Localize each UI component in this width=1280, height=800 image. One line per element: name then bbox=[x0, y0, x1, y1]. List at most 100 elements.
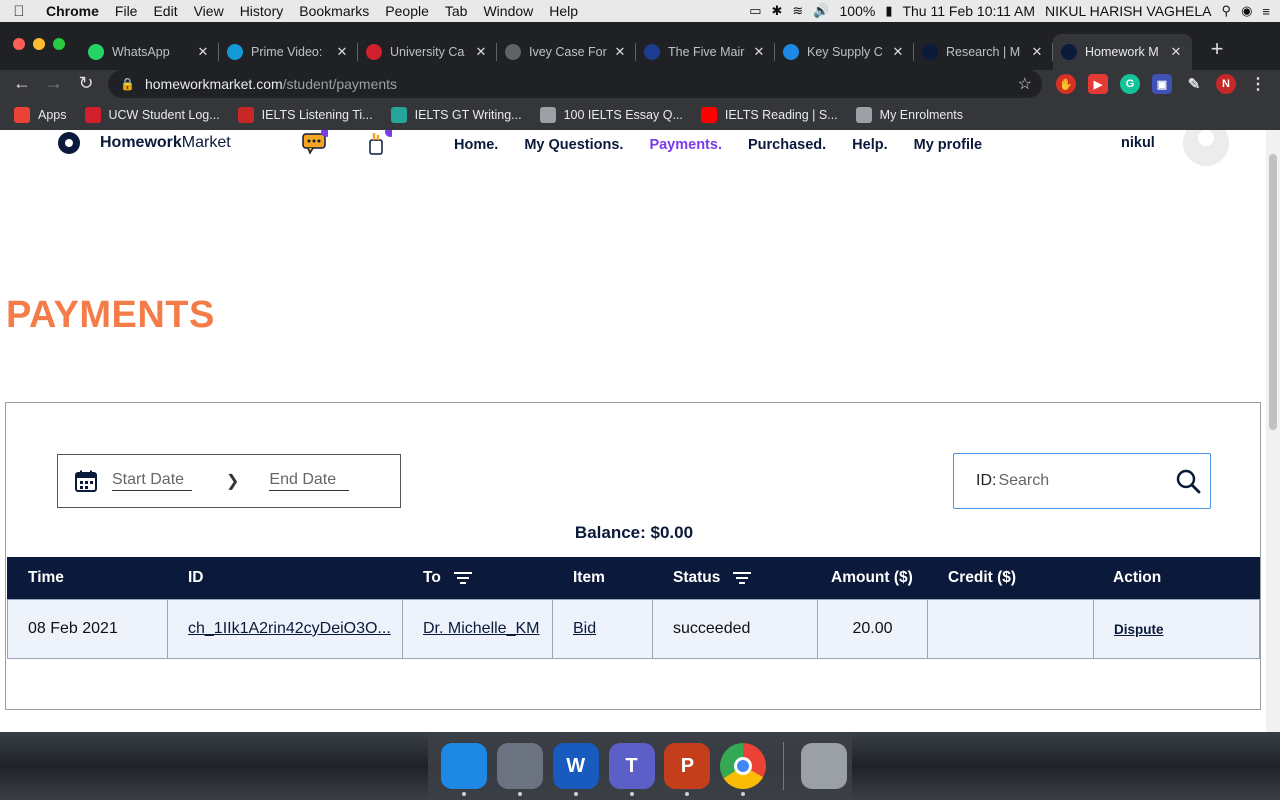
browser-tab[interactable]: University Ca ✕ bbox=[358, 34, 497, 70]
browser-tab[interactable]: Research | M ✕ bbox=[914, 34, 1053, 70]
bookmark-item[interactable]: IELTS Listening Ti... bbox=[237, 107, 373, 123]
recipient-link[interactable]: Dr. Michelle_KM bbox=[423, 620, 539, 638]
airplay-icon[interactable]: ▭ bbox=[749, 3, 761, 19]
browser-tab[interactable]: Key Supply C ✕ bbox=[775, 34, 914, 70]
user-avatar[interactable] bbox=[1183, 130, 1229, 166]
bookmark-item[interactable]: UCW Student Log... bbox=[84, 107, 220, 123]
control-center-icon[interactable]: ≡ bbox=[1262, 4, 1270, 19]
nav-purchased[interactable]: Purchased. bbox=[748, 137, 826, 153]
apple-icon[interactable]:  bbox=[0, 3, 38, 20]
start-date-input[interactable]: Start Date bbox=[112, 471, 192, 491]
address-domain: homeworkmarket.com bbox=[144, 76, 283, 92]
bookmark-item[interactable]: IELTS Reading | S... bbox=[700, 107, 838, 123]
end-date-input[interactable]: End Date bbox=[269, 471, 350, 491]
search-icon[interactable] bbox=[1175, 468, 1201, 494]
id-search-box[interactable]: ID: bbox=[953, 453, 1211, 509]
menu-view[interactable]: View bbox=[186, 0, 232, 22]
menubar-user[interactable]: NIKUL HARISH VAGHELA bbox=[1045, 3, 1212, 19]
new-tab-button[interactable]: + bbox=[1205, 36, 1229, 62]
dock-teams-icon[interactable]: T bbox=[604, 738, 660, 796]
menu-edit[interactable]: Edit bbox=[145, 0, 185, 22]
dock-chrome-icon[interactable] bbox=[715, 738, 771, 796]
chat-bubble-icon[interactable] bbox=[302, 130, 328, 156]
nav-help[interactable]: Help. bbox=[852, 137, 887, 153]
bookmark-item[interactable]: IELTS GT Writing... bbox=[390, 107, 522, 123]
browser-tab[interactable]: WhatsApp ✕ bbox=[80, 34, 219, 70]
minimize-window-button[interactable] bbox=[33, 38, 45, 50]
browser-tab[interactable]: Homework M ✕ bbox=[1053, 34, 1192, 70]
profile-avatar-icon[interactable]: N bbox=[1216, 74, 1236, 94]
address-bar[interactable]: 🔒 homeworkmarket.com/student/payments ☆ bbox=[108, 70, 1042, 98]
menu-tab[interactable]: Tab bbox=[437, 0, 476, 22]
close-tab-icon[interactable]: ✕ bbox=[473, 44, 489, 60]
homework-market-logo-icon[interactable] bbox=[58, 132, 80, 154]
close-tab-icon[interactable]: ✕ bbox=[751, 44, 767, 60]
forward-arrow-icon[interactable]: → bbox=[42, 73, 66, 94]
wifi-icon[interactable]: ≋ bbox=[792, 3, 803, 19]
date-range-picker[interactable]: Start Date ❯ End Date bbox=[57, 454, 401, 508]
dock-finder-icon[interactable] bbox=[436, 738, 492, 796]
menubar-datetime[interactable]: Thu 11 Feb 10:11 AM bbox=[902, 3, 1035, 19]
id-search-input[interactable] bbox=[998, 472, 1159, 490]
extension-stop-icon[interactable]: ✋ bbox=[1056, 74, 1076, 94]
browser-tab[interactable]: Prime Video: ✕ bbox=[219, 34, 358, 70]
bluetooth-icon[interactable]: ✱ bbox=[772, 3, 783, 19]
lock-icon[interactable]: 🔒 bbox=[120, 77, 135, 91]
bookmark-item[interactable]: Apps bbox=[14, 107, 67, 123]
bookmark-item[interactable]: My Enrolments bbox=[855, 107, 963, 123]
bookmark-item[interactable]: 100 IELTS Essay Q... bbox=[539, 107, 683, 123]
back-arrow-icon[interactable]: ← bbox=[10, 73, 34, 94]
menu-file[interactable]: File bbox=[107, 0, 146, 22]
extensions-puzzle-icon[interactable]: ✎ bbox=[1184, 74, 1204, 94]
site-logo-text[interactable]: HomeworkMarket bbox=[100, 134, 231, 152]
menu-app-chrome[interactable]: Chrome bbox=[38, 0, 107, 22]
calendar-icon[interactable] bbox=[74, 469, 98, 493]
menu-window[interactable]: Window bbox=[475, 0, 541, 22]
filter-status-icon[interactable] bbox=[732, 571, 752, 585]
extension-screen-icon[interactable]: ▣ bbox=[1152, 74, 1172, 94]
grammarly-icon[interactable]: G bbox=[1120, 74, 1140, 94]
reload-icon[interactable]: ↻ bbox=[74, 73, 98, 94]
close-tab-icon[interactable]: ✕ bbox=[1168, 44, 1184, 60]
close-tab-icon[interactable]: ✕ bbox=[1029, 44, 1045, 60]
dock-trash-icon[interactable] bbox=[796, 738, 852, 794]
close-tab-icon[interactable]: ✕ bbox=[890, 44, 906, 60]
nav-home[interactable]: Home. bbox=[454, 137, 498, 153]
nav-payments[interactable]: Payments. bbox=[649, 137, 722, 153]
spotlight-search-icon[interactable]: ⚲ bbox=[1222, 3, 1232, 19]
menu-bookmarks[interactable]: Bookmarks bbox=[291, 0, 377, 22]
dock-launchpad-icon[interactable] bbox=[492, 738, 548, 796]
dock-word-icon[interactable]: W bbox=[548, 738, 604, 796]
dispute-link[interactable]: Dispute bbox=[1114, 622, 1164, 637]
battery-icon[interactable]: ▮ bbox=[885, 3, 892, 19]
extension-video-icon[interactable]: ▶ bbox=[1088, 74, 1108, 94]
browser-toolbar: ← → ↻ 🔒 homeworkmarket.com/student/payme… bbox=[0, 70, 1280, 100]
filter-to-icon[interactable] bbox=[453, 571, 473, 585]
browser-tab[interactable]: The Five Mair ✕ bbox=[636, 34, 775, 70]
payment-id-link[interactable]: ch_1IIk1A2rin42cyDeiO3O... bbox=[188, 620, 391, 638]
chrome-menu-icon[interactable]: ⋮ bbox=[1248, 74, 1268, 94]
browser-tab[interactable]: Ivey Case For ✕ bbox=[497, 34, 636, 70]
volume-icon[interactable]: 🔊 bbox=[813, 3, 829, 19]
siri-icon[interactable]: ◉ bbox=[1241, 3, 1252, 19]
bookmark-star-icon[interactable]: ☆ bbox=[1018, 74, 1032, 94]
page-scrollbar[interactable] bbox=[1266, 130, 1280, 732]
maximize-window-button[interactable] bbox=[53, 38, 65, 50]
menu-help[interactable]: Help bbox=[541, 0, 586, 22]
item-link[interactable]: Bid bbox=[573, 620, 596, 638]
close-tab-icon[interactable]: ✕ bbox=[612, 44, 628, 60]
notification-hand-icon[interactable] bbox=[366, 130, 392, 156]
close-tab-icon[interactable]: ✕ bbox=[334, 44, 350, 60]
nav-my-profile[interactable]: My profile bbox=[914, 137, 982, 153]
close-window-button[interactable] bbox=[13, 38, 25, 50]
chrome-app-icon bbox=[720, 743, 767, 789]
column-credit-label: Credit ($) bbox=[948, 569, 1017, 586]
dock-powerpoint-icon[interactable]: P bbox=[659, 738, 715, 796]
close-tab-icon[interactable]: ✕ bbox=[195, 44, 211, 60]
menu-history[interactable]: History bbox=[232, 0, 292, 22]
menu-people[interactable]: People bbox=[377, 0, 437, 22]
scrollbar-thumb[interactable] bbox=[1269, 154, 1277, 430]
header-username[interactable]: nikul bbox=[1121, 135, 1155, 151]
nav-my-questions[interactable]: My Questions. bbox=[524, 137, 623, 153]
column-action-label: Action bbox=[1113, 569, 1162, 586]
